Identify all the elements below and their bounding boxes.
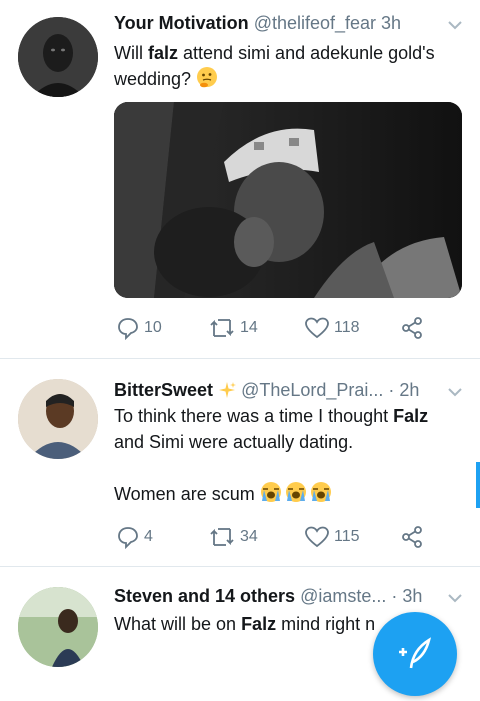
reply-icon (118, 318, 138, 340)
user-handle[interactable]: @iamste... (300, 586, 386, 606)
avatar[interactable] (18, 17, 98, 97)
avatar[interactable] (18, 379, 98, 459)
tweet-text: To think there was a time I thought Falz… (114, 406, 429, 504)
thinking-face-icon (197, 67, 218, 88)
display-name[interactable]: Steven and 14 others (114, 586, 295, 606)
retweet-button[interactable]: 34 (208, 523, 258, 551)
tweet-header: Your Motivation @thelifeof_fear 3h (114, 12, 440, 34)
display-name[interactable]: BitterSweet (114, 380, 213, 400)
retweet-button[interactable]: 14 (208, 314, 258, 342)
share-icon (402, 317, 422, 339)
retweet-count: 14 (240, 319, 258, 336)
share-icon (402, 526, 422, 548)
like-button[interactable]: 118 (304, 314, 360, 342)
share-button[interactable] (400, 314, 428, 342)
share-button[interactable] (400, 523, 428, 551)
tweet-text: Will falz attend simi and adekunle gold'… (114, 43, 435, 89)
reply-icon (118, 527, 138, 549)
timestamp: 3h (381, 13, 402, 33)
display-name[interactable]: Your Motivation (114, 13, 249, 33)
chevron-down-icon[interactable] (446, 383, 464, 401)
tweet-header: BitterSweet @TheLord_Prai... · 2h (114, 379, 440, 401)
sparkle-icon (219, 382, 237, 398)
retweet-icon (210, 528, 234, 546)
tweet-2[interactable]: BitterSweet @TheLord_Prai... · 2h To thi… (0, 359, 480, 566)
chevron-down-icon[interactable] (446, 589, 464, 607)
reply-count: 10 (144, 319, 162, 336)
timestamp: · 3h (391, 586, 423, 606)
compose-icon (399, 637, 432, 669)
reply-button[interactable]: 10 (116, 314, 162, 342)
tweet-actions: 10 14 118 (114, 314, 444, 342)
avatar[interactable] (18, 587, 98, 667)
user-handle[interactable]: @TheLord_Prai... (241, 380, 383, 400)
retweet-count: 34 (240, 528, 258, 545)
retweet-icon (210, 319, 234, 337)
like-icon (305, 317, 329, 339)
tweet-header: Steven and 14 others @iamste... · 3h (114, 585, 440, 607)
user-handle[interactable]: @thelifeof_fear (254, 13, 376, 33)
like-count: 115 (334, 528, 360, 545)
like-count: 118 (334, 319, 360, 336)
tweet-actions: 4 34 115 (114, 523, 444, 551)
timestamp: · 2h (388, 380, 420, 400)
tweet-1[interactable]: Your Motivation @thelifeof_fear 3h Will … (0, 0, 480, 358)
chevron-down-icon[interactable] (446, 16, 464, 34)
tweet-photo[interactable] (114, 102, 462, 298)
loudly-crying-face-icon (260, 482, 331, 502)
reply-count: 4 (144, 528, 153, 545)
scrollbar-thumb[interactable] (476, 462, 480, 508)
compose-tweet-button[interactable] (373, 612, 457, 696)
like-icon (305, 526, 329, 548)
like-button[interactable]: 115 (304, 523, 360, 551)
reply-button[interactable]: 4 (116, 523, 153, 551)
